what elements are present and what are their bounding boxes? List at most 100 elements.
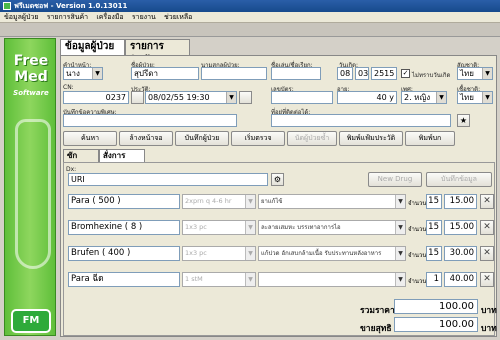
toolbar-strip — [0, 23, 500, 37]
delete-row-button[interactable]: ✕ — [480, 272, 494, 287]
print-history-button[interactable]: พิมพ์แฟ้มประวัติ — [339, 131, 403, 146]
new-drug-button[interactable]: New Drug — [368, 172, 422, 187]
window-titlebar: ฟรีเมดซอฟ - Version 1.0.13011 — [0, 0, 500, 12]
unknown-birth-label: ไม่ทราบวันเกิด — [412, 72, 451, 79]
dose-select[interactable]: 1x3 pc ▼ — [182, 220, 256, 235]
price-field[interactable]: 30.00 — [444, 246, 477, 261]
visit-datetime-select[interactable]: 08/02/55 19:30 ▼ — [145, 91, 237, 104]
menu-help[interactable]: ช่วยเหลือ — [164, 13, 192, 21]
firstname-field[interactable]: สุปรีดา — [131, 67, 199, 80]
tab-products[interactable]: รายการสินค้า — [125, 39, 190, 66]
close-icon: ✕ — [483, 248, 491, 258]
print-receipt-button[interactable]: พิมพ์บก — [405, 131, 455, 146]
logo-text-free: Free — [13, 53, 49, 69]
clear-button[interactable]: ล้างหน้าจอ — [119, 131, 173, 146]
delete-row-button[interactable]: ✕ — [480, 246, 494, 261]
unknown-birth-checkbox[interactable]: ✓ — [401, 69, 410, 78]
total-label: รวมราคา — [360, 306, 395, 316]
lastname-field[interactable] — [201, 67, 267, 80]
prefix-select[interactable]: นาง ▼ — [63, 67, 103, 80]
birth-month-field[interactable]: 03 — [355, 67, 369, 80]
address-field[interactable] — [271, 114, 451, 127]
logo-text-med: Med — [14, 69, 48, 85]
save-record-button[interactable]: บันทึกข้อมูล — [426, 172, 492, 187]
order-row: Bromhexine ( 8 ) 1x3 pc ▼ ละลายเสมหะ บรรเ… — [68, 217, 494, 239]
net-label: ขายสุทธิ — [360, 324, 392, 334]
menu-products[interactable]: รายการสินค้า — [47, 13, 88, 21]
close-icon: ✕ — [483, 196, 491, 206]
net-unit: บาท — [481, 324, 497, 334]
drug-note-select[interactable]: แก้ปวด อักเสบกล้ามเนื้อ รับประทานหลังอาห… — [258, 246, 406, 261]
tab-patient-info[interactable]: ข้อมูลผู้ป่วย — [60, 39, 125, 55]
nationality-select[interactable]: ไทย ▼ — [457, 67, 493, 80]
drug-name[interactable]: Brufen ( 400 ) — [68, 246, 180, 261]
birth-day-field[interactable]: 08 — [337, 67, 353, 80]
race-select[interactable]: ไทย ▼ — [457, 91, 493, 104]
menu-reports[interactable]: รายงาน — [132, 13, 156, 21]
star-icon: ★ — [459, 116, 468, 125]
dose-select[interactable]: 2xprn q 4-6 hr ▼ — [182, 194, 256, 209]
chevron-down-icon: ▼ — [245, 273, 255, 286]
chevron-down-icon: ▼ — [395, 273, 405, 286]
search-button[interactable]: ค้นหา — [63, 131, 117, 146]
diagnosis-settings-button[interactable]: ⚙ — [271, 173, 284, 186]
appointment-button[interactable]: นัดผู้ป่วยซ้ำ — [287, 131, 337, 146]
drug-note-select[interactable]: ยาแก้ไข้ ▼ — [258, 194, 406, 209]
net-field: 100.00 — [394, 317, 478, 332]
birth-year-field[interactable]: 2515 — [371, 67, 397, 80]
dose-select[interactable]: 1x3 pc ▼ — [182, 246, 256, 261]
app-icon — [3, 2, 11, 10]
chevron-down-icon: ▼ — [245, 221, 255, 234]
qty-field[interactable]: 15 — [426, 194, 442, 209]
qty-field[interactable]: 15 — [426, 220, 442, 235]
tab-orders[interactable]: สั่งการรักษา — [99, 149, 145, 172]
age-field[interactable]: 40 y — [337, 91, 397, 104]
save-patient-button[interactable]: บันทึกผู้ป่วย — [175, 131, 229, 146]
favorite-button[interactable]: ★ — [457, 114, 470, 127]
dose-value: 1x3 pc — [185, 223, 207, 231]
dose-select[interactable]: 1 stM ▼ — [182, 272, 256, 287]
qty-label: จำนวน — [408, 226, 427, 233]
menu-tools[interactable]: เครื่องมือ — [96, 13, 123, 21]
menubar: ข้อมูลผู้ป่วย รายการสินค้า เครื่องมือ รา… — [0, 12, 500, 23]
price-field[interactable]: 15.00 — [444, 220, 477, 235]
drug-name[interactable]: Para ( 500 ) — [68, 194, 180, 209]
delete-row-button[interactable]: ✕ — [480, 194, 494, 209]
qty-field[interactable]: 1 — [426, 272, 442, 287]
dose-value: 1 stM — [185, 275, 203, 283]
price-field[interactable]: 15.00 — [444, 194, 477, 209]
cn-field[interactable]: 0237 — [63, 91, 129, 104]
drug-note-select[interactable]: ▼ — [258, 272, 406, 287]
chevron-down-icon: ▼ — [226, 92, 236, 103]
window-title: ฟรีเมดซอฟ - Version 1.0.13011 — [14, 2, 128, 10]
visit-datetime-value: 08/02/55 19:30 — [148, 93, 210, 102]
id-field[interactable] — [271, 91, 333, 104]
race-value: ไทย — [460, 93, 474, 102]
price-field[interactable]: 40.00 — [444, 272, 477, 287]
order-row: Para ฉีด 1 stM ▼ ▼ จำนวน 1 40.00 ✕ — [68, 269, 494, 291]
visit-history-button[interactable] — [239, 91, 252, 104]
patient-panel: คำนำหน้า: นาง ▼ ชื่อผู้ป่วย: สุปรีดา นามส… — [60, 55, 497, 337]
delete-row-button[interactable]: ✕ — [480, 220, 494, 235]
tab-history[interactable]: ซักประวัติ — [63, 149, 99, 172]
qty-label: จำนวน — [408, 252, 427, 259]
start-exam-button[interactable]: เริ่มตรวจ — [231, 131, 285, 146]
chevron-down-icon: ▼ — [245, 247, 255, 260]
sex-select[interactable]: 2. หญิง ▼ — [401, 91, 447, 104]
qty-field[interactable]: 15 — [426, 246, 442, 261]
visit-expand-button[interactable] — [131, 91, 144, 104]
drug-note-select[interactable]: ละลายเสมหะ บรรเทาอาการไอ ▼ — [258, 220, 406, 235]
qty-label: จำนวน — [408, 278, 427, 285]
cn-label: CN: — [63, 84, 74, 91]
menu-patient[interactable]: ข้อมูลผู้ป่วย — [4, 13, 38, 21]
nationality-value: ไทย — [460, 69, 474, 78]
chevron-down-icon: ▼ — [245, 195, 255, 208]
drug-name[interactable]: Bromhexine ( 8 ) — [68, 220, 180, 235]
dose-value: 1x3 pc — [185, 249, 207, 257]
note-field[interactable] — [63, 114, 237, 127]
drug-name[interactable]: Para ฉีด — [68, 272, 180, 287]
close-icon: ✕ — [483, 274, 491, 284]
sidebar-logo-panel: Free Med Software FM — [4, 38, 56, 336]
nickname-field[interactable] — [271, 67, 321, 80]
diagnosis-field[interactable]: URI — [68, 173, 268, 186]
